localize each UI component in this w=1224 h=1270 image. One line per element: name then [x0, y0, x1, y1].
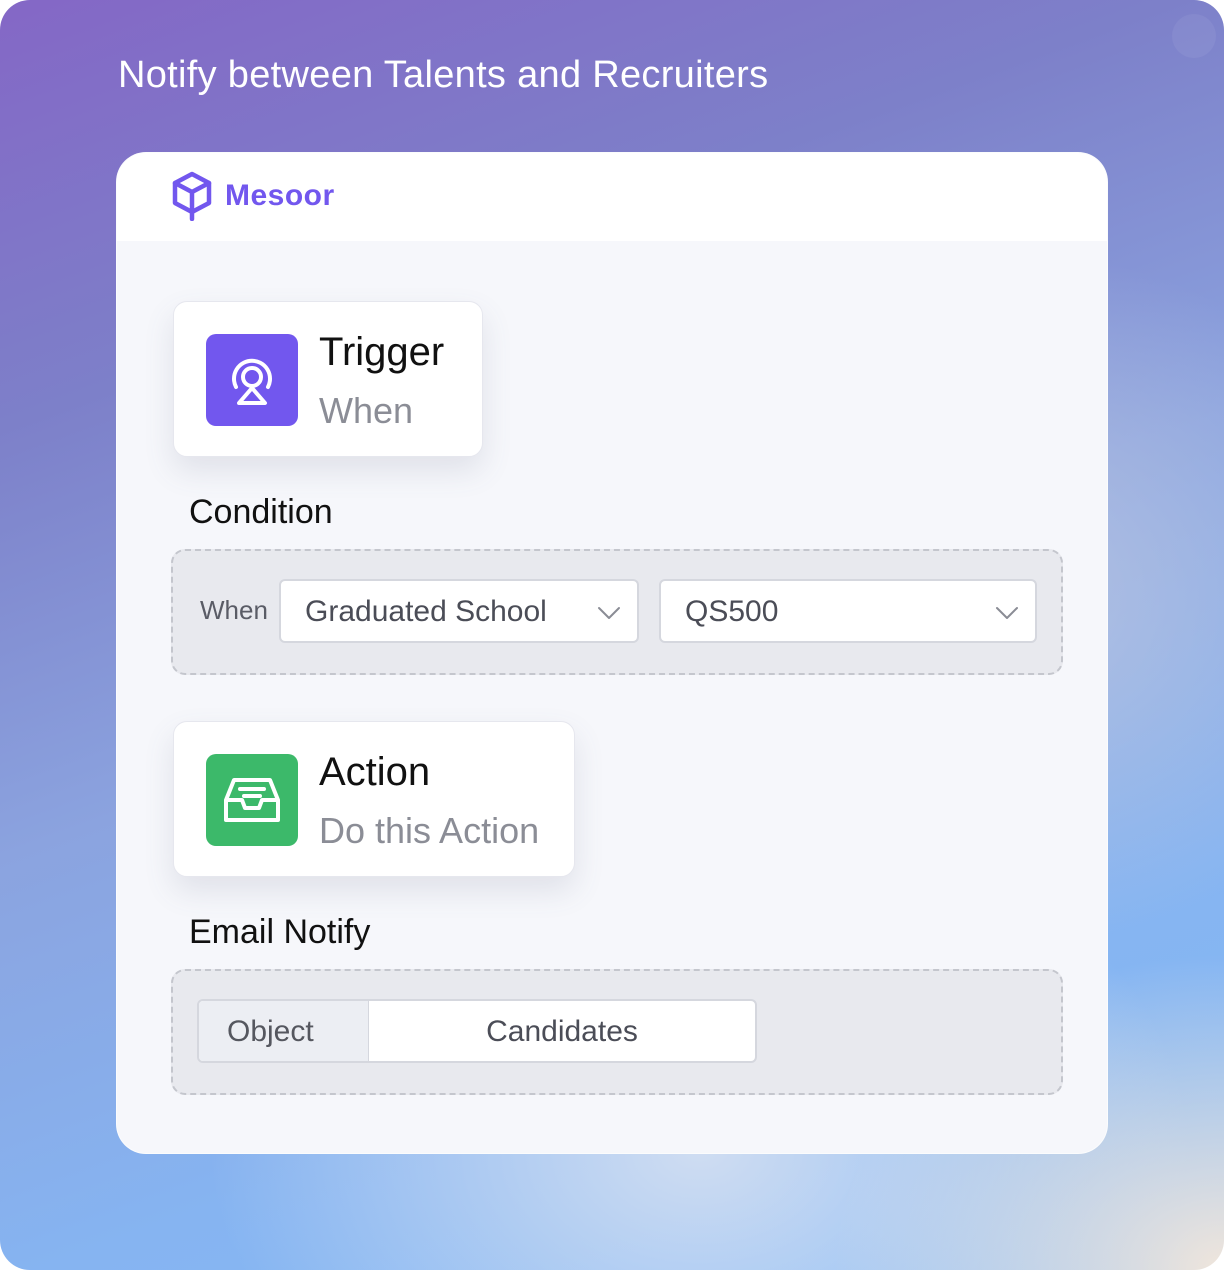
object-key-cell: Object	[199, 1001, 369, 1061]
condition-value-select[interactable]: QS500	[659, 579, 1037, 643]
trigger-node[interactable]: Trigger When	[173, 301, 483, 457]
action-subtitle: Do this Action	[319, 810, 540, 851]
broadcast-icon	[232, 358, 272, 405]
action-title: Action	[319, 750, 431, 794]
trigger-subtitle: When	[319, 390, 414, 431]
background-frame: Notify between Talents and Recruiters Me…	[0, 0, 1224, 1270]
trigger-title: Trigger	[319, 330, 445, 374]
brand-name: Mesoor	[225, 179, 335, 212]
chevron-down-icon	[996, 607, 1018, 619]
chevron-down-icon	[598, 607, 620, 619]
condition-box: When Graduated School QS500	[171, 549, 1063, 675]
object-key-label: Object	[227, 1015, 314, 1048]
action-node[interactable]: Action Do this Action	[173, 721, 575, 877]
object-value: Candidates	[486, 1015, 638, 1048]
workflow-card: Mesoor Trigger When Condition When Gradu…	[116, 152, 1108, 1154]
condition-label: Condition	[189, 493, 333, 531]
object-field[interactable]: Object Candidates	[197, 999, 757, 1063]
email-notify-label: Email Notify	[189, 913, 371, 951]
mesoor-logo-icon	[172, 171, 212, 221]
trigger-icon-tile	[206, 334, 298, 426]
card-header: Mesoor	[117, 153, 1107, 241]
condition-value-value: QS500	[685, 595, 779, 628]
condition-field-select[interactable]: Graduated School	[279, 579, 639, 643]
page-title: Notify between Talents and Recruiters	[118, 54, 769, 96]
condition-when-label: When	[200, 595, 268, 625]
condition-field-value: Graduated School	[305, 595, 547, 628]
action-icon-tile	[206, 754, 298, 846]
inbox-icon	[224, 778, 280, 822]
